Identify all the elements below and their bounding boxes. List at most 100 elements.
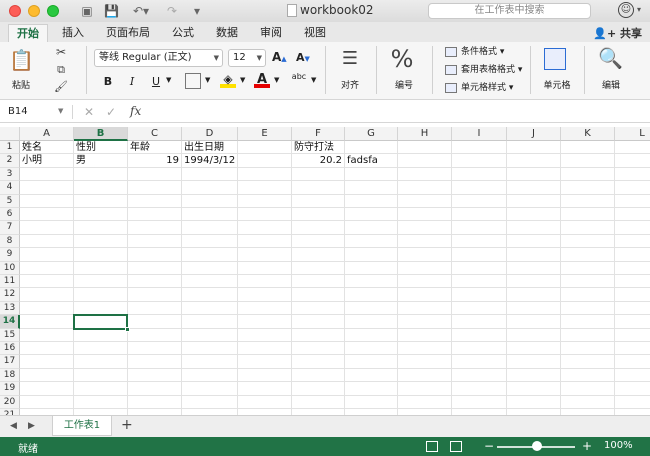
cell-c5[interactable] <box>128 194 182 208</box>
column-header-a[interactable]: A <box>20 127 74 141</box>
cell-f9[interactable] <box>292 248 345 262</box>
cell-i8[interactable] <box>452 234 507 249</box>
tab-page-layout[interactable]: 页面布局 <box>100 24 156 42</box>
cell-b1[interactable]: 性别 <box>74 141 128 155</box>
grow-font-button[interactable]: A▲ <box>272 50 287 64</box>
cell-b6[interactable] <box>74 208 128 222</box>
cell-b16[interactable] <box>74 342 128 356</box>
cell-d3[interactable] <box>182 167 238 182</box>
cell-e3[interactable] <box>238 167 292 182</box>
cell-e12[interactable] <box>238 288 292 302</box>
cell-j20[interactable] <box>507 395 561 409</box>
name-box-dropdown-icon[interactable]: ▼ <box>58 107 63 115</box>
cell-c13[interactable] <box>128 301 182 316</box>
cut-icon[interactable]: ✂ <box>53 45 69 59</box>
cell-i2[interactable] <box>452 154 507 168</box>
cell-a9[interactable] <box>20 248 74 262</box>
cell-l3[interactable] <box>615 168 650 182</box>
cell-l18[interactable] <box>615 369 650 383</box>
cell-f1[interactable]: 防守打法 <box>292 141 345 155</box>
share-button[interactable]: 👤+ 共享 <box>593 25 642 41</box>
cell-j17[interactable] <box>507 355 561 369</box>
column-header-i[interactable]: I <box>452 127 507 141</box>
phonetic-icon[interactable]: abc <box>289 72 309 90</box>
cell-j8[interactable] <box>507 234 561 249</box>
cell-h8[interactable] <box>398 234 452 249</box>
cell-e17[interactable] <box>238 355 292 369</box>
cell-f10[interactable] <box>292 261 345 275</box>
cell-b5[interactable] <box>74 194 128 208</box>
cell-k4[interactable] <box>561 181 615 195</box>
font-name-select[interactable]: 等线 Regular (正文) ▼ <box>94 49 223 67</box>
cell-h17[interactable] <box>398 355 452 369</box>
cell-d18[interactable] <box>182 368 238 383</box>
cell-i15[interactable] <box>452 328 507 342</box>
sheet-search-input[interactable]: 在工作表中搜索 <box>428 3 591 19</box>
cell-c3[interactable] <box>128 167 182 182</box>
cell-f13[interactable] <box>292 301 345 316</box>
row-header-18[interactable]: 18 <box>0 368 20 383</box>
cell-b19[interactable] <box>74 382 128 396</box>
cell-b13[interactable] <box>74 301 128 316</box>
cell-c2[interactable]: 19 <box>128 154 182 168</box>
cell-i9[interactable] <box>452 248 507 262</box>
cell-i3[interactable] <box>452 167 507 182</box>
cell-a1[interactable]: 姓名 <box>20 141 74 155</box>
cell-g16[interactable] <box>345 342 398 356</box>
cell-b9[interactable] <box>74 248 128 262</box>
save-icon[interactable]: 💾 <box>104 3 119 19</box>
cell-b12[interactable] <box>74 288 128 302</box>
cell-a20[interactable] <box>20 395 74 409</box>
row-header-6[interactable]: 6 <box>0 208 20 222</box>
cell-b7[interactable] <box>74 221 128 235</box>
cell-k9[interactable] <box>561 248 615 262</box>
insert-function-icon[interactable]: fx <box>130 104 141 118</box>
cell-b10[interactable] <box>74 261 128 275</box>
cell-k1[interactable] <box>561 141 615 155</box>
row-header-1[interactable]: 1 <box>0 141 20 155</box>
cell-i19[interactable] <box>452 382 507 396</box>
cell-f6[interactable] <box>292 208 345 222</box>
cell-g2[interactable]: fadsfa <box>345 154 398 168</box>
row-header-2[interactable]: 2 <box>0 154 20 168</box>
paste-icon[interactable]: 📋 <box>9 48 34 74</box>
cell-k20[interactable] <box>561 395 615 409</box>
cell-a5[interactable] <box>20 194 74 208</box>
cell-e18[interactable] <box>238 368 292 383</box>
cell-h14[interactable] <box>398 315 452 329</box>
cell-g17[interactable] <box>345 355 398 369</box>
cell-g6[interactable] <box>345 208 398 222</box>
tab-review[interactable]: 审阅 <box>254 24 288 42</box>
cell-j14[interactable] <box>507 315 561 329</box>
cell-d9[interactable] <box>182 248 238 262</box>
cell-c20[interactable] <box>128 395 182 409</box>
cell-h19[interactable] <box>398 382 452 396</box>
cell-l15[interactable] <box>615 329 650 342</box>
cell-j6[interactable] <box>507 208 561 222</box>
row-header-19[interactable]: 19 <box>0 382 20 396</box>
cell-b15[interactable] <box>74 328 128 342</box>
cell-e4[interactable] <box>238 181 292 195</box>
cell-l2[interactable] <box>615 154 650 168</box>
sidebar-icon[interactable]: ▣ <box>80 3 94 19</box>
cell-e2[interactable] <box>238 154 292 168</box>
italic-button[interactable]: I <box>122 73 142 91</box>
cell-k2[interactable] <box>561 154 615 168</box>
cell-d17[interactable] <box>182 355 238 369</box>
format-as-table-button[interactable]: 套用表格格式 ▾ <box>445 63 522 77</box>
cell-h4[interactable] <box>398 181 452 195</box>
cell-i18[interactable] <box>452 368 507 383</box>
cell-b20[interactable] <box>74 395 128 409</box>
cell-k17[interactable] <box>561 355 615 369</box>
cell-h20[interactable] <box>398 395 452 409</box>
cell-f11[interactable] <box>292 275 345 289</box>
cell-g15[interactable] <box>345 328 398 342</box>
cells-icon[interactable] <box>544 48 566 70</box>
cell-k16[interactable] <box>561 342 615 356</box>
cell-l8[interactable] <box>615 235 650 249</box>
cell-g11[interactable] <box>345 275 398 289</box>
cell-c7[interactable] <box>128 221 182 235</box>
cell-e5[interactable] <box>238 194 292 208</box>
row-header-17[interactable]: 17 <box>0 355 20 369</box>
close-window-button[interactable] <box>9 5 21 17</box>
